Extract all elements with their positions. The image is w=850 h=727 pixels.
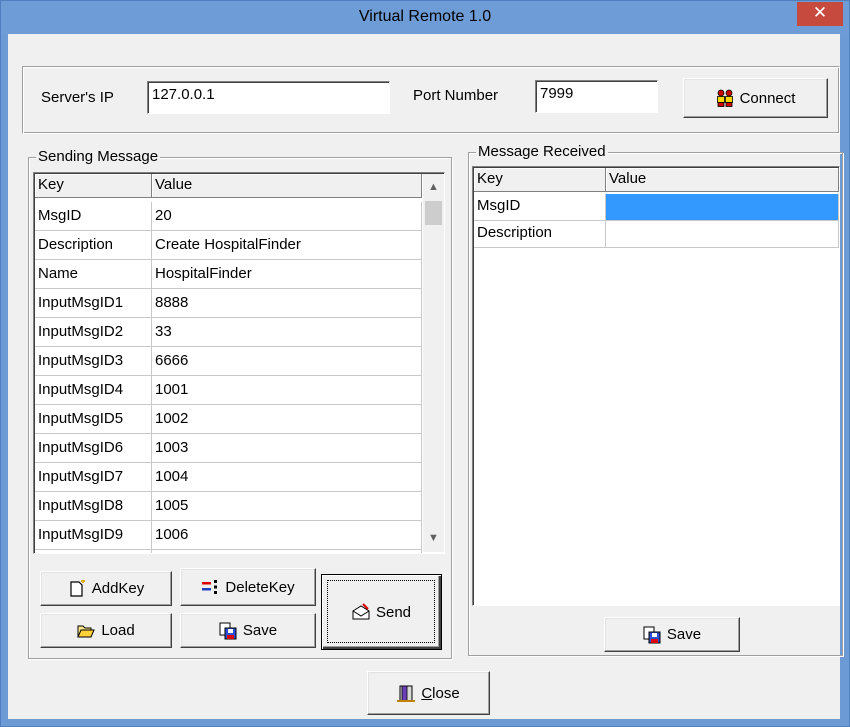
table-row[interactable]: InputMsgID4 1001 — [35, 376, 425, 405]
row-value-cell[interactable]: 1007 — [152, 550, 422, 553]
row-key-cell[interactable]: InputMsgID3 — [35, 347, 152, 376]
deletekey-label: DeleteKey — [225, 578, 295, 596]
table-row[interactable]: InputMsgID101007 — [35, 550, 425, 553]
scroll-up-icon[interactable]: ▲ — [423, 177, 444, 198]
save-icon — [643, 626, 661, 643]
message-received-table[interactable]: Key Value MsgID Description — [472, 166, 840, 606]
sending-table-scrollbar[interactable]: ▲ ▼ — [423, 174, 444, 552]
row-value-cell[interactable]: 1004 — [152, 463, 422, 492]
add-key-icon — [70, 579, 85, 597]
load-button[interactable]: Load — [40, 613, 172, 648]
row-key-cell[interactable]: InputMsgID4 — [35, 376, 152, 405]
close-label: Close — [421, 685, 459, 702]
received-column-header-key[interactable]: Key — [474, 168, 606, 192]
row-key-cell[interactable]: InputMsgID2 — [35, 318, 152, 347]
received-value-cell[interactable] — [606, 221, 839, 248]
exit-door-icon — [397, 685, 416, 702]
save-received-button[interactable]: Save — [604, 617, 740, 652]
port-number-label: Port Number — [413, 87, 499, 104]
window-title: Virtual Remote 1.0 — [358, 8, 492, 25]
send-button[interactable]: Send — [321, 574, 442, 650]
sending-message-table[interactable]: Key Value MsgID 20 Description Create Hospi… — [33, 172, 445, 554]
table-row[interactable]: InputMsgID5 1002 — [35, 405, 425, 434]
row-value-cell[interactable]: 20 — [152, 202, 422, 231]
deletekey-button[interactable]: DeleteKey — [180, 568, 316, 606]
folder-open-icon — [77, 625, 96, 637]
row-value-cell[interactable]: 6666 — [152, 347, 422, 376]
sending-table-body: MsgID 20 Description Create HospitalFinder N… — [35, 202, 425, 553]
addkey-button[interactable]: AddKey — [40, 571, 172, 606]
save-received-label: Save — [666, 626, 702, 643]
row-key-cell[interactable]: InputMsgID9 — [35, 521, 152, 550]
received-key-cell[interactable]: Description — [474, 221, 606, 248]
received-key-cell[interactable]: MsgID — [474, 194, 606, 221]
sending-message-title: Sending Message — [36, 148, 161, 166]
row-value-cell[interactable]: 1006 — [152, 521, 422, 550]
row-key-cell[interactable]: InputMsgID8 — [35, 492, 152, 521]
row-value-cell[interactable]: 1005 — [152, 492, 422, 521]
focus-rect — [327, 580, 435, 643]
row-value-cell[interactable]: 8888 — [152, 289, 422, 318]
table-row[interactable]: InputMsgID7 1004 — [35, 463, 425, 492]
scroll-thumb[interactable] — [425, 201, 442, 225]
received-column-header-value[interactable]: Value — [606, 168, 839, 192]
addkey-label: AddKey — [91, 580, 145, 597]
close-label-rest: lose — [432, 684, 460, 702]
row-value-cell[interactable]: 1002 — [152, 405, 422, 434]
message-received-title: Message Received — [476, 143, 608, 161]
row-key-cell[interactable]: Description — [35, 231, 152, 260]
row-value-cell[interactable]: HospitalFinder — [152, 260, 422, 289]
table-row[interactable]: MsgID 20 — [35, 202, 425, 231]
close-accelerator: C — [421, 684, 433, 702]
save-sending-label: Save — [242, 622, 278, 639]
server-ip-input[interactable]: 127.0.0.1 — [147, 81, 390, 114]
received-value-cell[interactable] — [606, 194, 839, 221]
table-row[interactable]: MsgID — [474, 194, 839, 221]
table-row[interactable]: Description Create HospitalFinder — [35, 231, 425, 260]
close-button[interactable]: Close — [367, 671, 490, 715]
row-value-cell[interactable]: 33 — [152, 318, 422, 347]
connect-label: Connect — [739, 89, 796, 107]
row-value-cell[interactable]: 1001 — [152, 376, 422, 405]
column-header-key[interactable]: Key — [35, 174, 152, 198]
table-row[interactable]: Name HospitalFinder — [35, 260, 425, 289]
sending-table-header: Key Value — [35, 174, 422, 198]
title-bar[interactable]: Virtual Remote 1.0 ✕ — [1, 1, 849, 35]
save-sending-button[interactable]: Save — [180, 613, 316, 648]
send-mail-icon — [352, 603, 370, 620]
load-label: Load — [101, 622, 135, 639]
table-row[interactable]: InputMsgID1 8888 — [35, 289, 425, 318]
window-close-button[interactable]: ✕ — [797, 2, 843, 26]
delete-key-icon — [202, 580, 218, 594]
scroll-down-icon[interactable]: ▼ — [423, 528, 444, 549]
row-key-cell[interactable]: InputMsgID10 — [35, 550, 152, 553]
column-header-value[interactable]: Value — [152, 174, 422, 198]
people-icon — [716, 89, 733, 107]
row-key-cell[interactable]: InputMsgID5 — [35, 405, 152, 434]
row-key-cell[interactable]: Name — [35, 260, 152, 289]
row-key-cell[interactable]: InputMsgID6 — [35, 434, 152, 463]
table-row[interactable]: InputMsgID8 1005 — [35, 492, 425, 521]
row-key-cell[interactable]: InputMsgID7 — [35, 463, 152, 492]
table-row[interactable]: InputMsgID9 1006 — [35, 521, 425, 550]
row-key-cell[interactable]: InputMsgID1 — [35, 289, 152, 318]
row-key-cell[interactable]: MsgID — [35, 202, 152, 231]
server-ip-label: Server's IP — [41, 89, 114, 106]
row-value-cell[interactable]: 1003 — [152, 434, 422, 463]
table-row[interactable]: InputMsgID3 6666 — [35, 347, 425, 376]
table-row[interactable]: InputMsgID6 1003 — [35, 434, 425, 463]
port-number-input[interactable]: 7999 — [535, 80, 658, 113]
row-value-cell[interactable]: Create HospitalFinder — [152, 231, 422, 260]
received-table-header: Key Value — [474, 168, 839, 192]
save-icon — [219, 622, 237, 639]
received-table-body: MsgID Description — [474, 194, 839, 248]
table-row[interactable]: Description — [474, 221, 839, 248]
close-icon: ✕ — [812, 3, 828, 22]
connect-button[interactable]: Connect — [683, 78, 828, 118]
table-row[interactable]: InputMsgID2 33 — [35, 318, 425, 347]
